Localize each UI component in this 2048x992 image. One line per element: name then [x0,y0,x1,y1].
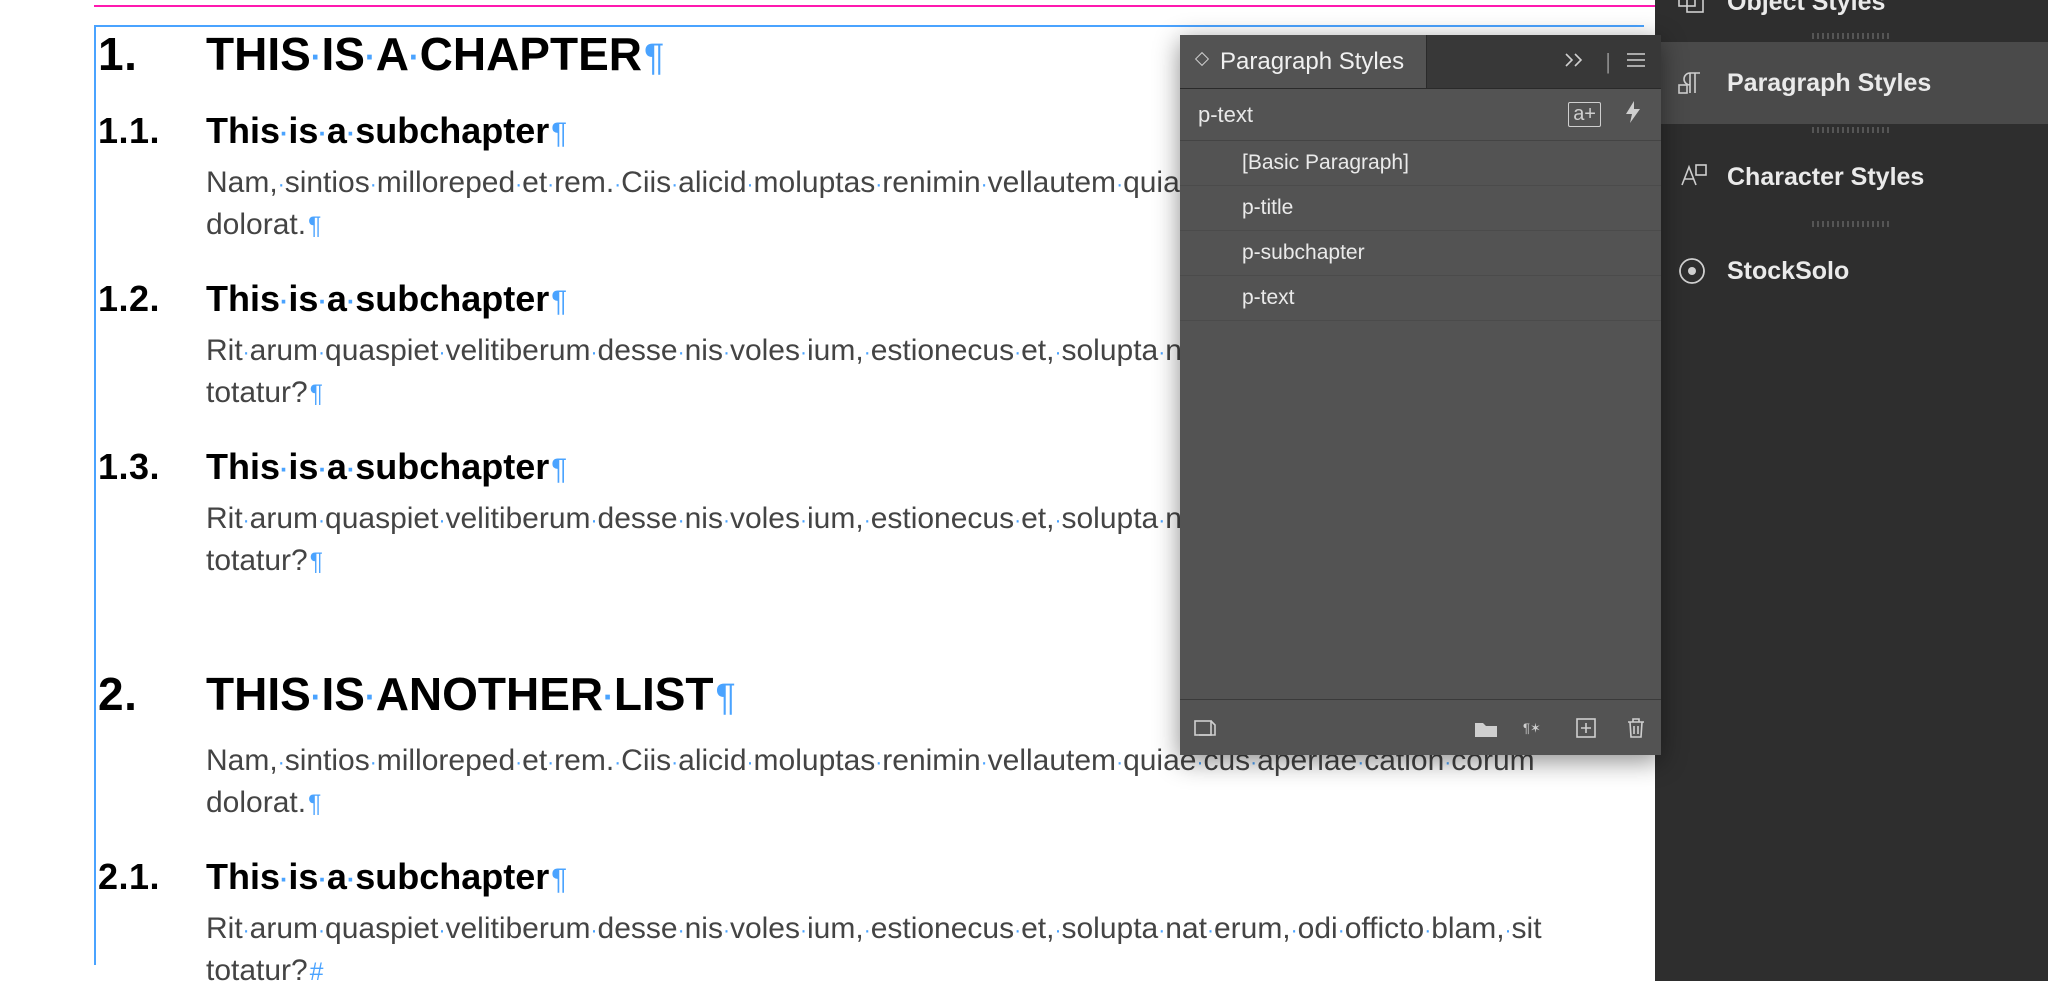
panel-tabbar: Paragraph Styles | [1180,35,1661,89]
subchapter-title: This·is·a·subchapter¶ [206,448,567,486]
chapter-number: 2. [98,670,206,718]
panel-menu-icon[interactable] [1625,49,1647,75]
dock-item-label: StockSolo [1727,257,2038,286]
page-edge [94,5,1694,7]
subchapter-title: This·is·a·subchapter¶ [206,112,567,150]
subchapter-title: This·is·a·subchapter¶ [206,858,567,896]
delete-style-icon[interactable] [1623,715,1649,741]
subchapter-row[interactable]: 2.1. This·is·a·subchapter¶ [98,858,1628,896]
style-item-p-title[interactable]: p-title [1180,186,1661,231]
paragraph-styles-icon [1675,68,1709,98]
dock-item-label: Paragraph Styles [1727,69,2038,98]
document-canvas[interactable]: 1. THIS·IS·A·CHAPTER¶ 1.1. This·is·a·sub… [0,0,1255,981]
pilcrow-icon: ¶ [308,381,323,408]
chapter-number: 1. [98,30,206,78]
chapter-title: THIS·IS·A·CHAPTER¶ [206,30,664,78]
pilcrow-icon: ¶ [714,676,736,718]
dock-item-label: Character Styles [1727,163,2038,192]
pilcrow-icon: ¶ [306,791,321,818]
styles-list: [Basic Paragraph] p-title p-subchapter p… [1180,141,1661,699]
clear-overrides-icon[interactable]: ¶✶ [1523,715,1549,741]
subchapter-number: 1.2. [98,280,206,318]
panel-footer: ¶✶ [1180,699,1661,755]
dock-item-stocksolo[interactable]: StockSolo [1655,230,2048,312]
chapter-title: THIS·IS·ANOTHER·LIST¶ [206,670,736,718]
collapse-panel-icon[interactable] [1563,49,1591,75]
dock-panel-strip: Object Styles Paragraph Styles Character… [1655,0,2048,981]
panel-current-style-row: p-text a+ [1180,89,1661,141]
dock-grip[interactable] [1655,218,2048,230]
pilcrow-icon: ¶ [549,453,567,486]
new-style-from-selection-icon[interactable]: a+ [1568,102,1601,127]
map-styles-icon[interactable] [1192,715,1218,741]
new-group-icon[interactable] [1473,715,1499,741]
pilcrow-icon: ¶ [549,285,567,318]
pilcrow-icon: ¶ [549,117,567,150]
pilcrow-icon: ¶ [306,213,321,240]
object-styles-icon [1675,0,1709,16]
dock-item-object-styles[interactable]: Object Styles [1655,0,2048,30]
subchapter-title: This·is·a·subchapter¶ [206,280,567,318]
panel-tab-paragraph-styles[interactable]: Paragraph Styles [1180,35,1427,88]
style-item-basic-paragraph[interactable]: [Basic Paragraph] [1180,141,1661,186]
pilcrow-icon: ¶ [549,863,567,896]
paragraph-styles-panel[interactable]: Paragraph Styles | p-text a+ [Basic Para… [1180,35,1661,755]
svg-text:¶✶: ¶✶ [1523,720,1541,735]
pilcrow-icon: ¶ [642,36,664,78]
dock-item-label: Object Styles [1727,0,2038,17]
dock-item-character-styles[interactable]: Character Styles [1655,136,2048,218]
pilcrow-icon: ¶ [308,549,323,576]
character-styles-icon [1675,162,1709,192]
dock-item-paragraph-styles[interactable]: Paragraph Styles [1655,42,2048,124]
end-of-story-icon: # [308,959,324,986]
quick-apply-icon[interactable] [1623,99,1643,131]
style-item-p-subchapter[interactable]: p-subchapter [1180,231,1661,276]
style-item-p-text[interactable]: p-text [1180,276,1661,321]
dock-grip[interactable] [1655,124,2048,136]
subchapter-number: 2.1. [98,858,206,896]
panel-tab-diamond-icon [1194,55,1210,71]
stocksolo-icon [1675,256,1709,286]
body-text[interactable]: Rit·arum·quaspiet·velitiberum·desse·nis·… [206,908,1628,992]
subchapter-number: 1.3. [98,448,206,486]
subchapter-number: 1.1. [98,112,206,150]
panel-tab-label: Paragraph Styles [1220,48,1404,76]
current-style-name: p-text [1198,102,1253,128]
new-style-icon[interactable] [1573,715,1599,741]
dock-grip[interactable] [1655,30,2048,42]
